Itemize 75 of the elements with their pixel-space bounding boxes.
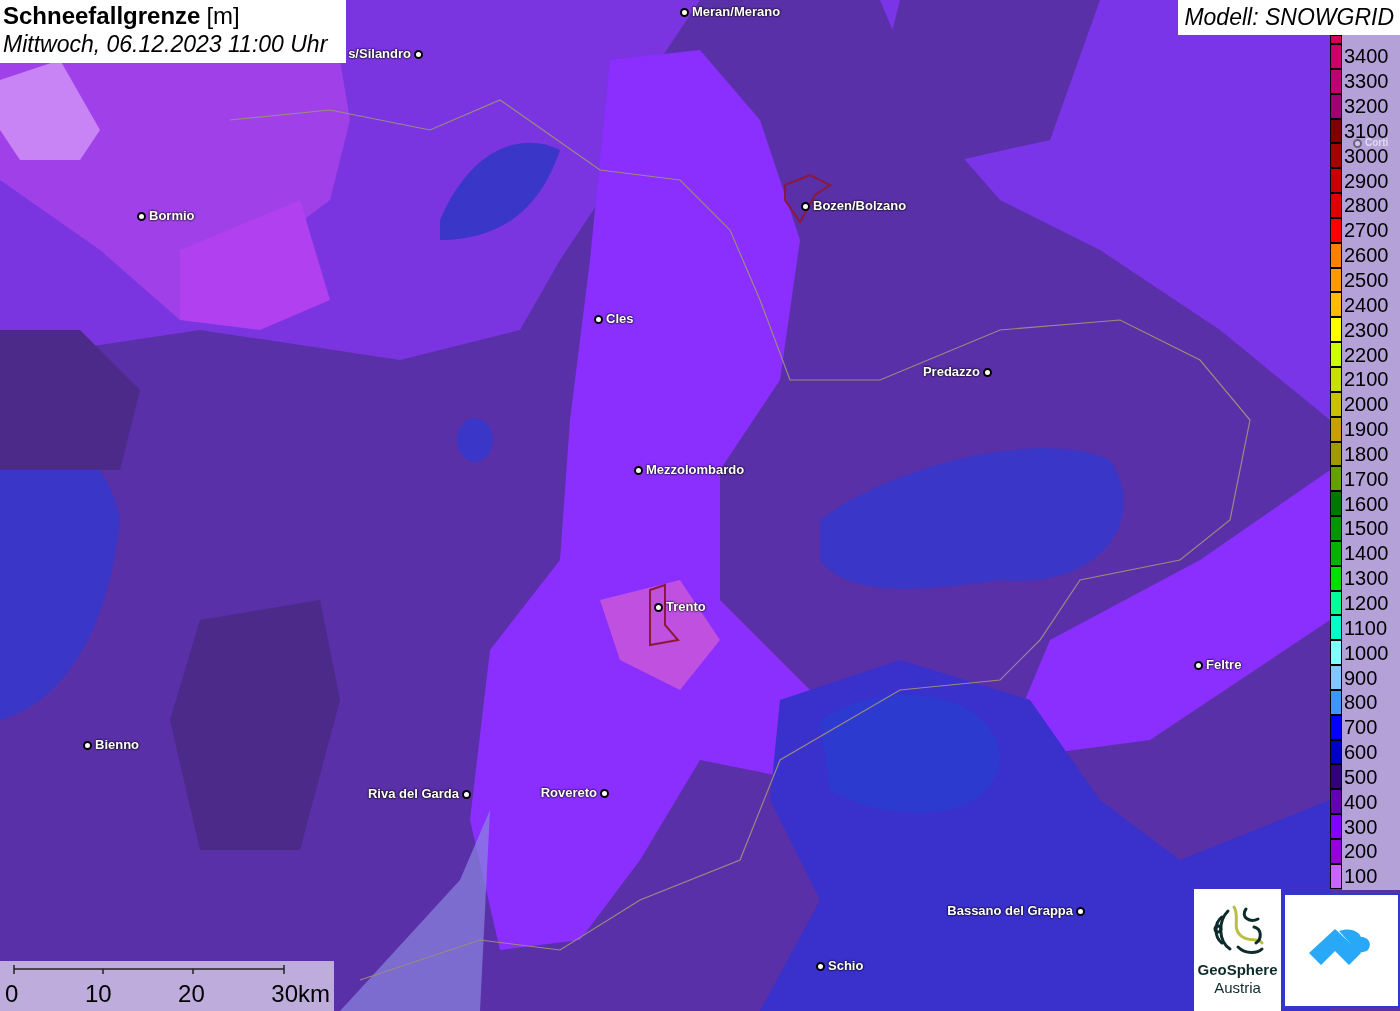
city-marker-icon xyxy=(680,8,689,17)
legend-label: 2000 xyxy=(1344,396,1389,413)
legend-label: 1200 xyxy=(1344,595,1389,611)
city-marker-icon xyxy=(801,202,810,211)
city-marker-icon xyxy=(594,315,603,324)
legend-label: 1900 xyxy=(1344,421,1389,438)
legend-label: 2700 xyxy=(1344,222,1389,239)
city-label: Bienno xyxy=(95,737,140,752)
city-label: Schio xyxy=(828,958,864,973)
legend-label: 1100 xyxy=(1344,619,1387,636)
legend-label: 2300 xyxy=(1344,321,1389,338)
city-marker-icon xyxy=(600,789,609,798)
legend-label: 1400 xyxy=(1344,545,1389,562)
model-label: Modell: SNOWGRID xyxy=(1178,0,1400,35)
legend-label: 600 xyxy=(1344,744,1378,761)
city-marker-icon xyxy=(83,741,92,750)
city-marker-icon xyxy=(1353,139,1362,148)
city-marker-icon xyxy=(1194,661,1203,670)
legend-label: 2200 xyxy=(1344,346,1389,363)
scale-label: 10 xyxy=(84,980,112,1008)
legend-label: 2800 xyxy=(1344,197,1389,214)
legend-label: 2500 xyxy=(1344,272,1389,288)
logo-name: GeoSphere xyxy=(1197,961,1278,979)
legend-label: 200 xyxy=(1344,843,1378,860)
scale-label: 0 xyxy=(5,980,19,1008)
legend-label: 1600 xyxy=(1344,495,1389,512)
legend-label: 2900 xyxy=(1344,172,1389,189)
map-title: Schneefallgrenze xyxy=(3,2,201,30)
legend-label: 900 xyxy=(1344,669,1378,686)
city-label: Corti xyxy=(1365,138,1389,148)
legend-label: 300 xyxy=(1344,818,1378,835)
city-label: Meran/Merano xyxy=(692,4,781,19)
city-marker-icon xyxy=(137,212,146,221)
legend-label: 3100 xyxy=(1344,122,1389,139)
legend-label: 1500 xyxy=(1344,520,1389,537)
city-label: Bassano del Grappa xyxy=(947,903,1073,918)
legend-label: 3300 xyxy=(1344,73,1389,90)
legend-label: 800 xyxy=(1344,694,1378,711)
legend-label: 2600 xyxy=(1344,247,1389,264)
city-label: Cles xyxy=(606,311,634,326)
city-marker-icon xyxy=(414,50,423,59)
city-marker-icon xyxy=(1076,907,1085,916)
city-label: Mezzolombardo xyxy=(646,462,745,477)
legend-label: 3400 xyxy=(1344,48,1389,65)
city-marker-icon xyxy=(983,368,992,377)
legend-top-swatch xyxy=(1330,35,1342,44)
legend-label: 1700 xyxy=(1344,470,1389,487)
city-marker-icon xyxy=(816,962,825,971)
legend-label: 400 xyxy=(1344,793,1378,810)
city-label: s/Silandro xyxy=(348,46,411,61)
city-marker-icon xyxy=(654,603,663,612)
legend-label: 1000 xyxy=(1344,644,1389,661)
legend-label: 3200 xyxy=(1344,98,1389,115)
legend-label: 2100 xyxy=(1344,371,1389,388)
city-marker-icon xyxy=(462,790,471,799)
legend-label: 3000 xyxy=(1344,147,1389,164)
legend-label: 1300 xyxy=(1344,570,1389,587)
scale-label: 20 xyxy=(178,980,205,1008)
city-marker-icon xyxy=(634,466,643,475)
legend-label: 700 xyxy=(1344,719,1378,736)
city-label: Predazzo xyxy=(922,364,980,379)
city-label: Riva del Garda xyxy=(367,786,459,801)
city-label: Rovereto xyxy=(540,785,597,800)
city-label: Trento xyxy=(666,599,706,614)
city-label: Bormio xyxy=(149,208,195,223)
logo-subtitle: Austria xyxy=(1214,979,1261,997)
timestamp: Mittwoch, 06.12.2023 11:00 Uhr xyxy=(3,30,329,58)
legend-label: 100 xyxy=(1344,868,1378,885)
city-label: Feltre xyxy=(1206,657,1242,672)
city-label: Bozen/Bolzano xyxy=(813,198,907,213)
legend-label: 1800 xyxy=(1344,445,1389,462)
scale-label: 30km xyxy=(271,980,330,1008)
legend-label: 2400 xyxy=(1344,296,1389,313)
unit-label: [m] xyxy=(206,2,240,30)
legend-label: 500 xyxy=(1344,768,1378,785)
